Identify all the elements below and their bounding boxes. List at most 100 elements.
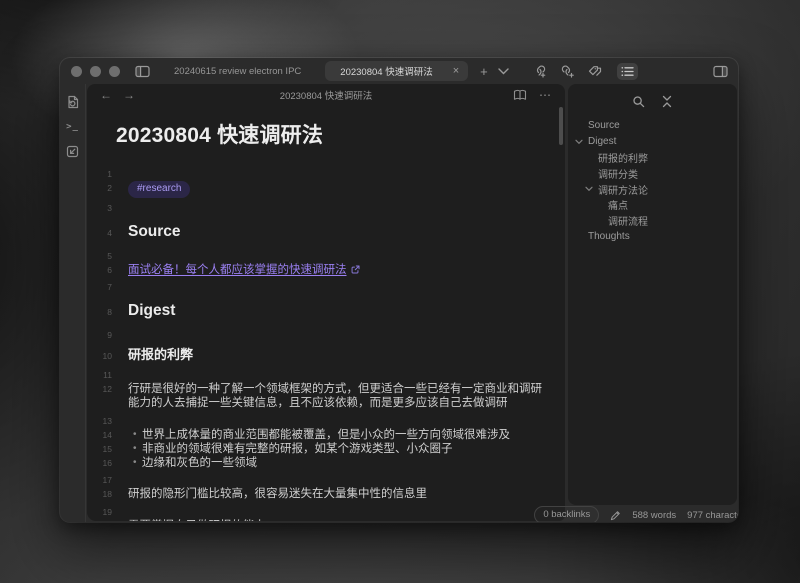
line-number: 2 [87,181,128,195]
line-number: 8 [87,305,128,319]
outline-item-label: Thoughts [588,231,630,242]
outline-item-label: 痛点 [608,197,628,212]
outline-item[interactable]: 研报的利弊 [568,150,737,166]
line-number: 15 [87,442,128,456]
editor-paragraph-line: 18 研报的隐形门槛比较高，很容易迷失在大量集中性的信息里 [87,487,565,501]
new-tab-button[interactable]: + [480,64,488,79]
line-number: 10 [87,349,128,363]
reading-view-icon[interactable] [513,89,527,101]
line-number: 13 [87,414,128,428]
tab-label: 20230804 快速调研法 [340,64,432,78]
editor-line: 19 [87,501,565,519]
outline-panel-header [568,84,737,110]
editor-lines: 1 2 #research 3 4 Source 5 6 面试必备！每个人都应该… [87,163,565,521]
window-controls [71,66,120,77]
paragraph-text: 研报的隐形门槛比较高，很容易迷失在大量集中性的信息里 [128,487,565,501]
outline-list-icon[interactable] [617,63,638,80]
pop-out-window-icon[interactable] [66,145,79,158]
outline-item-label: Source [588,120,620,131]
back-icon[interactable]: ← [100,88,112,102]
traffic-light-close[interactable] [71,66,82,77]
bullet-text: 非商业的领域很难有完整的研报，如某个游戏类型、小众圈子 [128,442,565,456]
external-link[interactable]: 面试必备！每个人都应该掌握的快速调研法 [128,264,347,276]
tags-icon[interactable] [588,65,604,78]
quick-switcher-icon[interactable] [66,95,80,109]
line-number: 1 [87,167,128,181]
left-ribbon: >_ [60,84,86,522]
word-count[interactable]: 588 words [632,510,676,521]
collapse-all-icon[interactable] [661,95,673,108]
collapse-chevron-icon[interactable] [575,139,583,145]
editor-pane: ← → 20230804 快速调研法 ⋯ 20230804 快速调研法 1 2 … [87,84,565,521]
editor-line: 7 [87,277,565,295]
add-link-icon[interactable] [532,64,547,78]
outline-item[interactable]: 调研流程 [568,213,737,229]
editor-nav-header: ← → 20230804 快速调研法 ⋯ [87,84,565,106]
outline-panel: Source Digest 研报的利弊 调研分类 调研方法论 痛点 调研流程 T… [568,84,737,505]
tab-kuaisu-diaoyanfa[interactable]: 20230804 快速调研法 × [325,61,468,81]
add-embed-link-icon[interactable] [560,64,575,78]
tag-pill[interactable]: #research [128,181,190,198]
traffic-light-minimize[interactable] [90,66,101,77]
status-bar: 0 backlinks 588 words 977 characters [534,506,738,522]
terminal-icon[interactable]: >_ [66,122,79,132]
tab-list-chevron-down-icon[interactable] [498,68,509,75]
outline-item[interactable]: 调研分类 [568,165,737,181]
line-number: 11 [87,368,128,382]
titlebar: 20240615 review electron IPC 20230804 快速… [60,58,738,84]
line-number: 6 [87,263,128,277]
editor-line: 1 [87,163,565,181]
edit-mode-icon[interactable] [610,510,621,521]
backlinks-count[interactable]: 0 backlinks [534,506,599,522]
search-icon[interactable] [632,95,645,108]
tab-review-electron-ipc[interactable]: 20240615 review electron IPC [168,66,325,77]
bullet-text: 世界上成体量的商业范围都能被覆盖，但是小众的一些方向领域很难涉及 [128,428,565,442]
editor-line: 9 [87,324,565,342]
outline-tree: Source Digest 研报的利弊 调研分类 调研方法论 痛点 调研流程 T… [568,118,737,244]
forward-icon[interactable]: → [123,88,135,102]
editor-note-title-breadcrumb: 20230804 快速调研法 [87,88,565,102]
collapse-chevron-icon[interactable] [585,186,593,192]
paragraph-text: 需要掌握自己做研报的能力 [128,519,565,522]
outline-item-label: 研报的利弊 [598,150,648,165]
outline-item[interactable]: Digest [568,134,737,150]
line-number: 14 [87,428,128,442]
editor-line: 5 [87,245,565,263]
line-number: 4 [87,226,128,240]
editor-heading2-line: 8 Digest [87,301,565,320]
outline-item[interactable]: 痛点 [568,197,737,213]
editor-scrollbar-thumb[interactable] [559,107,563,145]
editor-paragraph-line: 20 需要掌握自己做研报的能力 [87,519,565,522]
editor-line: 17 [87,470,565,488]
paragraph-text: 行研是很好的一种了解一个领域框架的方式，但更适合一些已经有一定商业和调研能力的人… [128,382,565,410]
toggle-left-sidebar-icon[interactable] [135,65,150,78]
editor-heading2-line: 4 Source [87,222,565,241]
traffic-light-zoom[interactable] [109,66,120,77]
line-number: 3 [87,201,128,215]
editor-bullet-line: 15 非商业的领域很难有完整的研报，如某个游戏类型、小众圈子 [87,442,565,456]
close-tab-icon[interactable]: × [453,66,459,77]
line-number: 20 [87,519,128,522]
more-options-icon[interactable]: ⋯ [539,88,552,102]
toggle-right-sidebar-icon[interactable] [713,65,728,78]
line-number: 16 [87,456,128,470]
heading2-text: Digest [128,301,565,320]
outline-item-label: Digest [588,136,616,147]
outline-item[interactable]: Source [568,118,737,134]
heading2-text: Source [128,222,565,241]
line-number: 5 [87,249,128,263]
editor-paragraph-line: 12 行研是很好的一种了解一个领域框架的方式，但更适合一些已经有一定商业和调研能… [87,382,565,410]
editor-line: 3 [87,198,565,216]
outline-item[interactable]: Thoughts [568,229,737,245]
editor-bullet-line: 16 边缘和灰色的一些领域 [87,456,565,470]
titlebar-actions [498,63,728,80]
editor-line: 13 [87,410,565,428]
editor-line: 11 [87,365,565,383]
note-title: 20230804 快速调研法 [116,119,565,149]
character-count[interactable]: 977 characters [687,510,738,521]
line-number: 17 [87,473,128,487]
outline-item[interactable]: 调研方法论 [568,181,737,197]
line-number: 19 [87,505,128,519]
external-link-icon [351,265,360,274]
editor-heading3-line: 10 研报的利弊 [87,347,565,363]
